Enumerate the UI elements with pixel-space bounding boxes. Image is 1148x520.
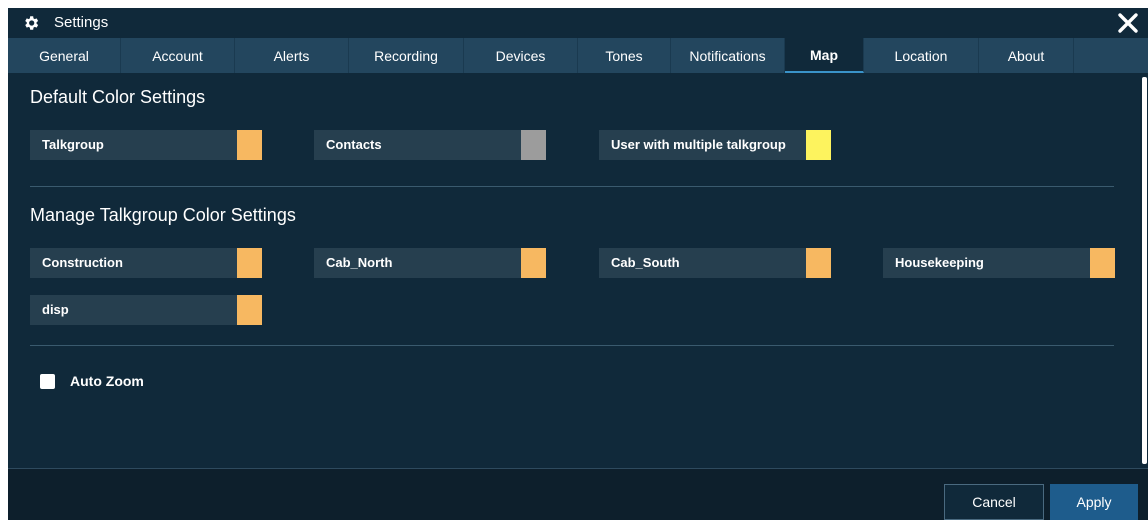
title-bar: Settings (8, 8, 1148, 38)
color-swatch[interactable] (1090, 248, 1115, 278)
color-swatch[interactable] (237, 248, 262, 278)
color-setting-label: User with multiple talkgroup (599, 130, 806, 160)
tab-alerts[interactable]: Alerts (235, 38, 349, 73)
default-color-settings-heading: Default Color Settings (30, 87, 206, 107)
manage-talkgroup-color-heading: Manage Talkgroup Color Settings (30, 205, 296, 225)
talkgroup-label: Cab_South (599, 248, 806, 278)
tab-recording[interactable]: Recording (349, 38, 464, 73)
tab-devices[interactable]: Devices (464, 38, 578, 73)
tab-notifications[interactable]: Notifications (671, 38, 785, 73)
color-swatch[interactable] (521, 248, 546, 278)
color-setting-label: Talkgroup (30, 130, 237, 160)
color-swatch[interactable] (806, 248, 831, 278)
color-swatch[interactable] (237, 130, 262, 160)
tab-bar: General Account Alerts Recording Devices… (8, 38, 1148, 73)
gear-icon (25, 16, 39, 30)
map-settings-panel: Default Color Settings Talkgroup Contact… (8, 73, 1148, 468)
tab-account[interactable]: Account (121, 38, 235, 73)
scrollbar-thumb[interactable] (1142, 77, 1147, 464)
color-swatch[interactable] (521, 130, 546, 160)
apply-button[interactable]: Apply (1050, 484, 1138, 520)
tab-location[interactable]: Location (864, 38, 979, 73)
talkgroup-label: disp (30, 295, 237, 325)
close-icon[interactable] (1116, 11, 1140, 35)
scrollbar[interactable] (1142, 73, 1148, 468)
color-swatch[interactable] (806, 130, 831, 160)
talkgroup-label: Housekeeping (883, 248, 1090, 278)
talkgroup-label: Cab_North (314, 248, 521, 278)
color-setting-label: Contacts (314, 130, 521, 160)
section-divider (30, 345, 1114, 346)
tab-map[interactable]: Map (785, 38, 864, 73)
settings-dialog: Settings General Account Alerts Recordin… (8, 8, 1148, 520)
auto-zoom-label: Auto Zoom (70, 373, 144, 389)
auto-zoom-checkbox[interactable] (40, 373, 55, 389)
auto-zoom-option[interactable]: Auto Zoom (40, 370, 144, 392)
tab-general[interactable]: General (8, 38, 121, 73)
talkgroup-label: Construction (30, 248, 237, 278)
tab-about[interactable]: About (979, 38, 1074, 73)
dialog-title: Settings (54, 14, 109, 31)
section-divider (30, 186, 1114, 187)
cancel-button[interactable]: Cancel (944, 484, 1044, 520)
dialog-footer: Cancel Apply (8, 468, 1148, 520)
tab-tones[interactable]: Tones (578, 38, 671, 73)
color-swatch[interactable] (237, 295, 262, 325)
